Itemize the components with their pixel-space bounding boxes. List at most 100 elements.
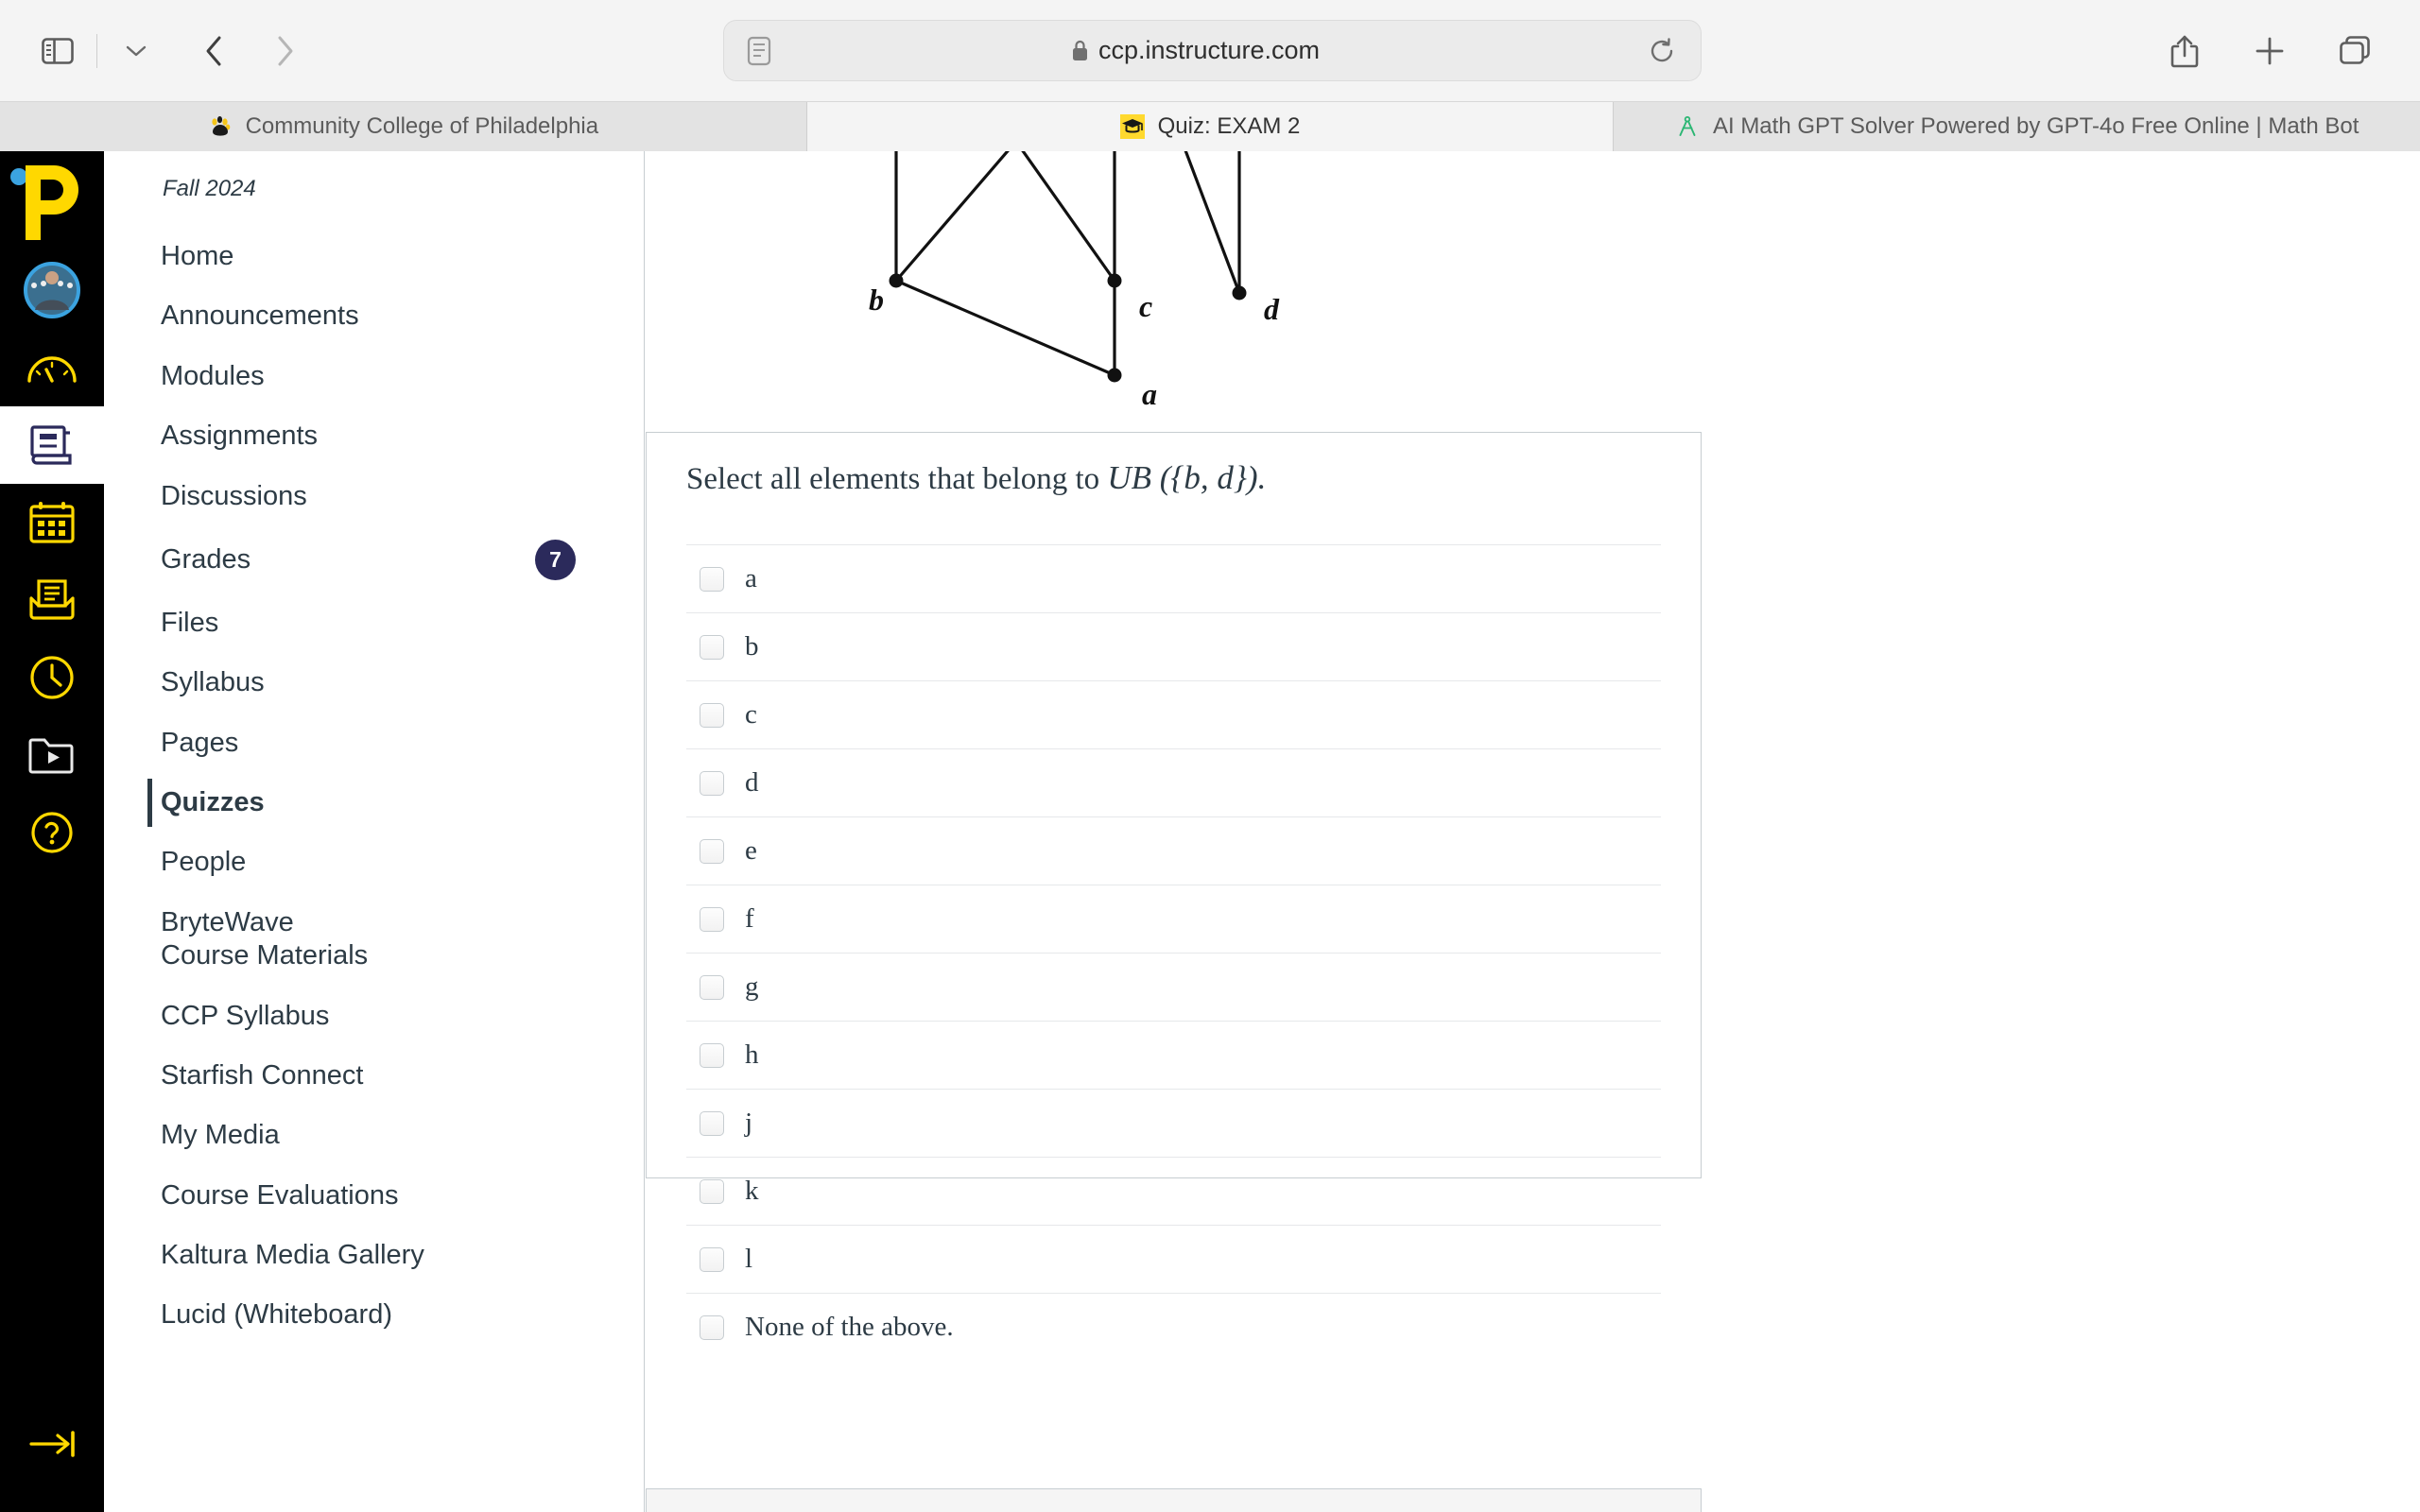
reload-icon[interactable]: [1648, 37, 1676, 65]
sidebar-item-label: Home: [161, 241, 234, 271]
answer-option-d[interactable]: d: [686, 748, 1661, 816]
answer-option-f[interactable]: f: [686, 885, 1661, 953]
answer-label: j: [745, 1108, 753, 1138]
checkbox-icon[interactable]: [700, 1314, 724, 1340]
sidebar-item-course-evaluations[interactable]: Course Evaluations: [104, 1166, 644, 1226]
checkbox-icon[interactable]: [700, 1246, 724, 1272]
plus-icon[interactable]: [2244, 26, 2295, 77]
canvas-logo-icon[interactable]: [0, 157, 104, 251]
sidebar-item-starfish-connect[interactable]: Starfish Connect: [104, 1046, 644, 1106]
sidebar-item-label: My Media: [161, 1120, 280, 1151]
checkbox-icon[interactable]: [700, 974, 724, 1000]
sidebar-item-label: CCP Syllabus: [161, 1000, 330, 1031]
sidebar-item-people[interactable]: People: [104, 833, 644, 892]
courses-book-icon[interactable]: [0, 406, 104, 484]
course-term-label: Fall 2024: [163, 176, 256, 201]
tab-ai-math-gpt[interactable]: AI Math GPT Solver Powered by GPT-4o Fre…: [1614, 102, 2420, 151]
answer-label: f: [745, 903, 754, 934]
checkbox-icon[interactable]: [700, 702, 724, 728]
tab-strip: Community College of Philadelphia Quiz: …: [0, 102, 2420, 151]
answer-option-c[interactable]: c: [686, 680, 1661, 748]
share-icon[interactable]: [2159, 26, 2210, 77]
checkbox-icon[interactable]: [700, 770, 724, 796]
graduation-cap-icon: [1119, 114, 1145, 139]
question-prompt-text: Select all elements that belong to: [686, 462, 1108, 496]
answer-label: d: [745, 767, 759, 798]
tab-title: AI Math GPT Solver Powered by GPT-4o Fre…: [1712, 113, 2360, 139]
sidebar-item-lucid-whiteboard[interactable]: Lucid (Whiteboard): [104, 1285, 644, 1345]
next-question-card: [646, 1488, 1702, 1512]
sidebar-item-label: Syllabus: [161, 667, 265, 698]
answer-option-h[interactable]: h: [686, 1021, 1661, 1089]
help-icon[interactable]: [0, 794, 104, 871]
diagram-label-b: b: [869, 283, 884, 317]
sidebar-item-assignments[interactable]: Assignments: [104, 406, 644, 466]
back-arrow-icon[interactable]: [188, 26, 239, 77]
sidebar-toggle-icon[interactable]: [32, 26, 83, 77]
sidebar-item-label: People: [161, 847, 247, 878]
sidebar-item-label: Kaltura Media Gallery: [161, 1240, 424, 1270]
answer-option-l[interactable]: l: [686, 1225, 1661, 1293]
sidebar-item-discussions[interactable]: Discussions: [104, 467, 644, 526]
checkbox-icon[interactable]: [700, 1110, 724, 1136]
answer-option-none-of-the-above[interactable]: None of the above.: [686, 1293, 1661, 1361]
checkbox-icon[interactable]: [700, 566, 724, 592]
sidebar-item-label: Assignments: [161, 421, 319, 452]
sidebar-item-kaltura-media-gallery[interactable]: Kaltura Media Gallery: [104, 1226, 644, 1285]
sidebar-item-label: BryteWave Course Materials: [161, 906, 369, 971]
history-clock-icon[interactable]: [0, 639, 104, 716]
calendar-icon[interactable]: [0, 484, 104, 561]
url-value: ccp.instructure.com: [1098, 36, 1321, 64]
sidebar-item-grades[interactable]: Grades 7: [104, 526, 644, 593]
sidebar-item-home[interactable]: Home: [104, 227, 644, 286]
studio-media-folder-icon[interactable]: [0, 716, 104, 794]
checkbox-icon[interactable]: [700, 906, 724, 932]
sidebar-item-syllabus[interactable]: Syllabus: [104, 653, 644, 713]
dashboard-gauge-icon[interactable]: [0, 329, 104, 406]
tab-community-college[interactable]: Community College of Philadelphia: [0, 102, 807, 151]
chevron-down-icon[interactable]: [111, 26, 162, 77]
tab-quiz-exam-2[interactable]: Quiz: EXAM 2: [806, 102, 1615, 151]
answer-label: h: [745, 1040, 759, 1070]
right-gutter: [1702, 151, 2420, 1512]
inbox-icon[interactable]: [0, 561, 104, 639]
sidebar-item-modules[interactable]: Modules: [104, 347, 644, 406]
question-card: Select all elements that belong to UB ({…: [646, 432, 1702, 1342]
tab-overview-icon[interactable]: [2329, 26, 2380, 77]
answer-label: k: [745, 1176, 759, 1206]
answer-option-g[interactable]: g: [686, 953, 1661, 1021]
sidebar-item-pages[interactable]: Pages: [104, 713, 644, 773]
sidebar-item-ccp-syllabus[interactable]: CCP Syllabus: [104, 987, 644, 1046]
answer-label: g: [745, 971, 759, 1002]
grades-unread-badge: 7: [535, 539, 576, 580]
toolbar-left-group: [0, 26, 311, 77]
checkbox-icon[interactable]: [700, 634, 724, 660]
checkbox-icon[interactable]: [700, 838, 724, 864]
expand-navigation-arrow-icon[interactable]: [0, 1416, 104, 1472]
checkbox-icon[interactable]: [700, 1178, 724, 1204]
address-bar[interactable]: ccp.instructure.com: [723, 20, 1702, 81]
sidebar-item-label: Quizzes: [161, 787, 265, 817]
sidebar-item-label: Modules: [161, 360, 265, 391]
account-avatar[interactable]: [0, 251, 104, 329]
compass-icon: [1675, 114, 1700, 139]
sidebar-item-quizzes[interactable]: Quizzes: [104, 773, 644, 833]
paw-print-icon: [208, 114, 233, 139]
answer-option-e[interactable]: e: [686, 816, 1661, 885]
course-navigation: Fall 2024 Home Announcements Modules Ass…: [104, 151, 645, 1512]
sidebar-item-brytewave[interactable]: BryteWave Course Materials: [104, 893, 406, 987]
answer-option-a[interactable]: a: [686, 544, 1661, 612]
checkbox-icon[interactable]: [700, 1042, 724, 1068]
question-prompt-math: UB ({b, d}).: [1107, 459, 1267, 496]
sidebar-item-label: Lucid (Whiteboard): [161, 1299, 392, 1331]
answer-label: e: [745, 835, 757, 866]
browser-chrome: ccp.instructure.com: [0, 0, 2420, 102]
sidebar-item-my-media[interactable]: My Media: [104, 1106, 644, 1165]
global-navigation: [0, 151, 104, 1512]
sidebar-item-label: Grades: [161, 543, 251, 575]
sidebar-item-files[interactable]: Files: [104, 593, 644, 653]
sidebar-item-announcements[interactable]: Announcements: [104, 286, 644, 346]
answer-option-b[interactable]: b: [686, 612, 1661, 680]
answer-option-k[interactable]: k: [686, 1157, 1661, 1225]
answer-option-j[interactable]: j: [686, 1089, 1661, 1157]
